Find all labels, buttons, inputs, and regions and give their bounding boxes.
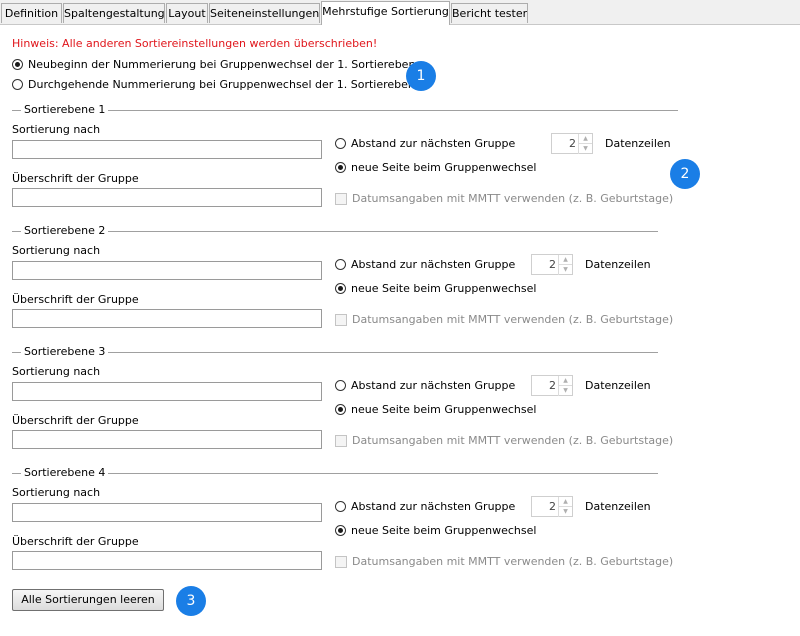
stepper-up-icon[interactable]: ▲ <box>558 255 572 265</box>
tab-seiteneinstellungen[interactable]: Seiteneinstellungen <box>209 3 320 23</box>
tab-mehrstufige-sortierung[interactable]: Mehrstufige Sortierung <box>321 1 450 25</box>
gap-unit-label: Datenzeilen <box>585 379 651 392</box>
numbering-continuous-radio[interactable] <box>12 79 23 90</box>
group-heading-label: Überschrift der Gruppe <box>12 414 139 427</box>
clear-all-sortings-button[interactable]: Alle Sortierungen leeren <box>12 589 164 611</box>
gap-option-level-3[interactable]: Abstand zur nächsten Gruppe <box>335 379 515 392</box>
date-mmtt-checkbox[interactable] <box>335 555 347 568</box>
sort-settings-panel: Hinweis: Alle anderen Sortiereinstellung… <box>0 25 800 636</box>
stepper-down-icon[interactable]: ▼ <box>558 386 572 396</box>
gap-rows-stepper-level-3[interactable]: 2 ▲ ▼ <box>531 375 573 396</box>
stepper-up-icon[interactable]: ▲ <box>558 497 572 507</box>
sort-by-label: Sortierung nach <box>12 244 101 257</box>
date-mmtt-checkbox[interactable] <box>335 192 347 205</box>
new-page-label: neue Seite beim Gruppenwechsel <box>351 282 537 295</box>
callout-badge-2: 2 <box>670 159 700 189</box>
group-heading-field-level-4[interactable] <box>12 551 322 570</box>
stepper-up-icon[interactable]: ▲ <box>578 134 592 144</box>
stepper-down-icon[interactable]: ▼ <box>578 144 592 154</box>
new-page-option-level-3[interactable]: neue Seite beim Gruppenwechsel <box>335 403 536 416</box>
group-heading-field-level-2[interactable] <box>12 309 322 328</box>
gap-label: Abstand zur nächsten Gruppe <box>351 137 516 150</box>
gap-rows-value: 2 <box>549 500 556 513</box>
new-page-option-level-4[interactable]: neue Seite beim Gruppenwechsel <box>335 524 536 537</box>
date-mmtt-checkbox[interactable] <box>335 313 347 326</box>
numbering-continuous-option[interactable]: Durchgehende Nummerierung bei Gruppenwec… <box>12 78 422 91</box>
sort-by-field-level-3[interactable] <box>12 382 322 401</box>
gap-radio[interactable] <box>335 259 346 270</box>
group-title-level-2: Sortierebene 2 <box>21 224 109 237</box>
new-page-radio[interactable] <box>335 162 346 173</box>
stepper-down-icon[interactable]: ▼ <box>558 507 572 517</box>
date-mmtt-label: Datumsangaben mit MMTT verwenden (z. B. … <box>352 192 674 205</box>
date-mmtt-option-level-4[interactable]: Datumsangaben mit MMTT verwenden (z. B. … <box>335 555 673 568</box>
gap-option-level-2[interactable]: Abstand zur nächsten Gruppe <box>335 258 515 271</box>
gap-option-level-4[interactable]: Abstand zur nächsten Gruppe <box>335 500 515 513</box>
new-page-option-level-1[interactable]: neue Seite beim Gruppenwechsel <box>335 161 536 174</box>
gap-label: Abstand zur nächsten Gruppe <box>351 379 516 392</box>
gap-rows-stepper-level-2[interactable]: 2 ▲ ▼ <box>531 254 573 275</box>
stepper-up-icon[interactable]: ▲ <box>558 376 572 386</box>
gap-unit-label: Datenzeilen <box>605 137 671 150</box>
sort-by-label: Sortierung nach <box>12 486 101 499</box>
sort-by-label: Sortierung nach <box>12 123 101 136</box>
date-mmtt-label: Datumsangaben mit MMTT verwenden (z. B. … <box>352 313 674 326</box>
group-heading-label: Überschrift der Gruppe <box>12 293 139 306</box>
gap-option-level-1[interactable]: Abstand zur nächsten Gruppe <box>335 137 515 150</box>
new-page-radio[interactable] <box>335 525 346 536</box>
gap-radio[interactable] <box>335 380 346 391</box>
stepper-down-icon[interactable]: ▼ <box>558 265 572 275</box>
tab-definition[interactable]: Definition <box>1 3 62 23</box>
date-mmtt-option-level-1[interactable]: Datumsangaben mit MMTT verwenden (z. B. … <box>335 192 673 205</box>
gap-rows-value: 2 <box>549 258 556 271</box>
new-page-label: neue Seite beim Gruppenwechsel <box>351 524 537 537</box>
warning-hint: Hinweis: Alle anderen Sortiereinstellung… <box>12 37 378 50</box>
callout-badge-3: 3 <box>176 586 206 616</box>
new-page-option-level-2[interactable]: neue Seite beim Gruppenwechsel <box>335 282 536 295</box>
group-heading-field-level-1[interactable] <box>12 188 322 207</box>
group-heading-label: Überschrift der Gruppe <box>12 172 139 185</box>
new-page-label: neue Seite beim Gruppenwechsel <box>351 403 537 416</box>
date-mmtt-label: Datumsangaben mit MMTT verwenden (z. B. … <box>352 555 674 568</box>
date-mmtt-label: Datumsangaben mit MMTT verwenden (z. B. … <box>352 434 674 447</box>
group-separator <box>12 231 658 232</box>
date-mmtt-option-level-2[interactable]: Datumsangaben mit MMTT verwenden (z. B. … <box>335 313 673 326</box>
gap-rows-stepper-level-1[interactable]: 2 ▲ ▼ <box>551 133 593 154</box>
sort-by-field-level-2[interactable] <box>12 261 322 280</box>
sort-by-field-level-1[interactable] <box>12 140 322 159</box>
new-page-radio[interactable] <box>335 404 346 415</box>
numbering-restart-option[interactable]: Neubeginn der Nummerierung bei Gruppenwe… <box>12 58 422 71</box>
sort-by-field-level-4[interactable] <box>12 503 322 522</box>
gap-label: Abstand zur nächsten Gruppe <box>351 258 516 271</box>
gap-rows-value: 2 <box>569 137 576 150</box>
gap-radio[interactable] <box>335 501 346 512</box>
group-title-level-4: Sortierebene 4 <box>21 466 109 479</box>
gap-rows-stepper-level-4[interactable]: 2 ▲ ▼ <box>531 496 573 517</box>
numbering-continuous-label: Durchgehende Nummerierung bei Gruppenwec… <box>28 78 422 91</box>
tab-bar: Definition Spaltengestaltung Layout Seit… <box>0 0 800 25</box>
group-separator <box>12 352 658 353</box>
gap-rows-value: 2 <box>549 379 556 392</box>
callout-badge-1: 1 <box>406 61 436 91</box>
gap-label: Abstand zur nächsten Gruppe <box>351 500 516 513</box>
date-mmtt-checkbox[interactable] <box>335 434 347 447</box>
date-mmtt-option-level-3[interactable]: Datumsangaben mit MMTT verwenden (z. B. … <box>335 434 673 447</box>
gap-unit-label: Datenzeilen <box>585 258 651 271</box>
tab-bericht-testen[interactable]: Bericht testen <box>451 3 528 23</box>
group-heading-label: Überschrift der Gruppe <box>12 535 139 548</box>
group-separator <box>12 110 678 111</box>
tab-spaltengestaltung[interactable]: Spaltengestaltung <box>63 3 165 23</box>
sort-by-label: Sortierung nach <box>12 365 101 378</box>
gap-unit-label: Datenzeilen <box>585 500 651 513</box>
numbering-restart-label: Neubeginn der Nummerierung bei Gruppenwe… <box>28 58 423 71</box>
new-page-label: neue Seite beim Gruppenwechsel <box>351 161 537 174</box>
group-separator <box>12 473 658 474</box>
tab-layout[interactable]: Layout <box>166 3 208 23</box>
group-heading-field-level-3[interactable] <box>12 430 322 449</box>
group-title-level-1: Sortierebene 1 <box>21 103 109 116</box>
new-page-radio[interactable] <box>335 283 346 294</box>
group-title-level-3: Sortierebene 3 <box>21 345 109 358</box>
gap-radio[interactable] <box>335 138 346 149</box>
numbering-restart-radio[interactable] <box>12 59 23 70</box>
